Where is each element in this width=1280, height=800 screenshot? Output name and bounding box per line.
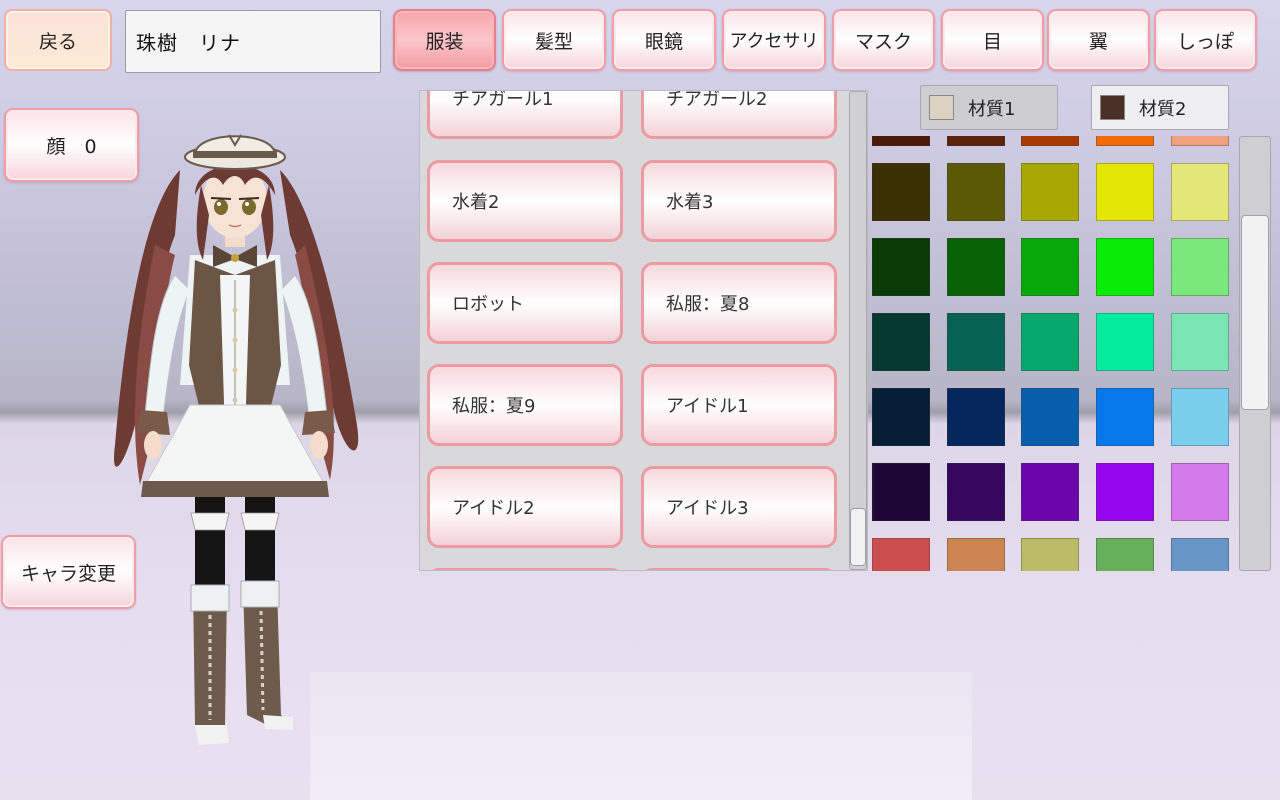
color-swatch[interactable]	[947, 163, 1005, 221]
list-item-casual-summer9[interactable]: 私服：夏9	[427, 364, 623, 446]
character-name-field[interactable]: 珠樹 リナ	[125, 10, 381, 73]
color-swatch[interactable]	[872, 238, 930, 296]
color-swatch[interactable]	[1021, 238, 1079, 296]
tab-tail[interactable]: しっぽ	[1154, 9, 1257, 71]
color-swatch[interactable]	[872, 163, 930, 221]
color-swatch[interactable]	[1171, 313, 1229, 371]
tab-glasses[interactable]: 眼鏡	[612, 9, 716, 71]
list-item-swimsuit2[interactable]: 水着2	[427, 160, 623, 242]
color-swatch[interactable]	[1021, 136, 1079, 146]
tab-eyes[interactable]: 目	[941, 9, 1044, 71]
color-swatch[interactable]	[1021, 538, 1079, 571]
outfit-list-scroll-thumb[interactable]	[850, 508, 866, 566]
color-swatch[interactable]	[1096, 388, 1154, 446]
character-model[interactable]	[95, 125, 375, 755]
color-swatch[interactable]	[1171, 136, 1229, 146]
character-name-text: 珠樹 リナ	[136, 31, 241, 55]
color-swatch[interactable]	[1171, 238, 1229, 296]
palette-scroll-thumb[interactable]	[1241, 215, 1269, 410]
material1-label: 材質1	[968, 98, 1016, 120]
list-item-idol2[interactable]: アイドル2	[427, 466, 623, 548]
list-item-idol1[interactable]: アイドル1	[641, 364, 837, 446]
list-item-casual-summer8[interactable]: 私服：夏8	[641, 262, 837, 344]
color-swatch[interactable]	[1021, 313, 1079, 371]
outfit-list-scrollbar[interactable]	[849, 91, 867, 570]
list-item-cheer2[interactable]: チアガール2	[641, 91, 837, 139]
tab-hairstyle[interactable]: 髪型	[502, 9, 606, 71]
color-swatch[interactable]	[1171, 388, 1229, 446]
color-swatch[interactable]	[947, 388, 1005, 446]
list-item-partial-left[interactable]	[427, 568, 623, 570]
color-swatch[interactable]	[1096, 313, 1154, 371]
color-swatch[interactable]	[872, 463, 930, 521]
color-swatch[interactable]	[872, 538, 930, 571]
material2-label: 材質2	[1139, 98, 1187, 120]
list-item-robot[interactable]: ロボット	[427, 262, 623, 344]
material1-tab[interactable]: 材質1	[920, 85, 1058, 130]
outfit-list-panel[interactable]: チアガール1 チアガール2 水着2 水着3 ロボット 私服：夏8 私服：夏9 ア…	[419, 90, 868, 571]
tab-wings[interactable]: 翼	[1047, 9, 1150, 71]
color-swatch[interactable]	[1171, 538, 1229, 571]
color-swatch[interactable]	[1021, 388, 1079, 446]
color-swatch[interactable]	[947, 313, 1005, 371]
list-item-swimsuit3[interactable]: 水着3	[641, 160, 837, 242]
palette-scrollbar[interactable]	[1239, 136, 1271, 571]
list-item-idol3[interactable]: アイドル3	[641, 466, 837, 548]
color-swatch[interactable]	[1096, 538, 1154, 571]
color-swatch[interactable]	[1021, 463, 1079, 521]
tab-mask[interactable]: マスク	[832, 9, 935, 71]
tab-accessory[interactable]: アクセサリ	[722, 9, 826, 71]
material1-swatch	[929, 95, 954, 120]
color-swatch[interactable]	[1096, 463, 1154, 521]
color-swatch[interactable]	[1171, 163, 1229, 221]
color-swatch[interactable]	[1096, 136, 1154, 146]
back-button[interactable]: 戻る	[4, 9, 112, 71]
color-swatch[interactable]	[1171, 463, 1229, 521]
material2-swatch	[1100, 95, 1125, 120]
color-swatch[interactable]	[872, 313, 930, 371]
color-swatch[interactable]	[1096, 163, 1154, 221]
tab-outfit[interactable]: 服装	[393, 9, 496, 71]
color-swatch[interactable]	[872, 388, 930, 446]
color-swatch[interactable]	[947, 136, 1005, 146]
color-swatch[interactable]	[947, 538, 1005, 571]
material2-tab[interactable]: 材質2	[1091, 85, 1229, 130]
color-swatch[interactable]	[1096, 238, 1154, 296]
color-palette[interactable]	[868, 136, 1238, 571]
floor-highlight	[310, 672, 972, 800]
color-swatch[interactable]	[947, 463, 1005, 521]
color-swatch[interactable]	[947, 238, 1005, 296]
color-swatch[interactable]	[872, 136, 930, 146]
list-item-partial-right[interactable]	[641, 568, 837, 570]
list-item-cheer1[interactable]: チアガール1	[427, 91, 623, 139]
color-swatch[interactable]	[1021, 163, 1079, 221]
